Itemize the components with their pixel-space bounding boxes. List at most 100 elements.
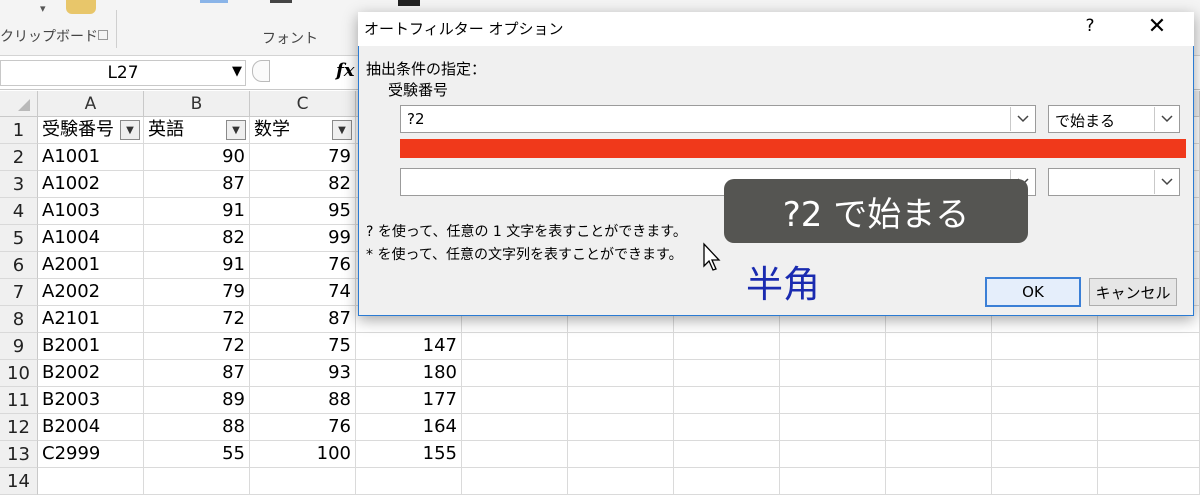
row-header[interactable]: 5 (0, 225, 38, 252)
table-cell[interactable] (992, 441, 1098, 468)
table-cell[interactable]: 82 (144, 225, 250, 252)
table-cell[interactable] (568, 333, 674, 360)
table-cell[interactable] (674, 387, 780, 414)
table-cell[interactable] (992, 360, 1098, 387)
column-header-a[interactable]: A (38, 91, 144, 117)
table-cell[interactable]: 155 (356, 441, 462, 468)
table-cell[interactable]: 79 (250, 144, 356, 171)
table-cell[interactable]: A1002 (38, 171, 144, 198)
table-cell[interactable]: 89 (144, 387, 250, 414)
name-box-dropdown-icon[interactable]: ▼ (232, 64, 242, 79)
table-cell[interactable]: 75 (250, 333, 356, 360)
table-cell[interactable] (886, 414, 992, 441)
ok-button[interactable]: OK (985, 277, 1081, 307)
table-cell[interactable]: 164 (356, 414, 462, 441)
column-header-b[interactable]: B (144, 91, 250, 117)
table-cell[interactable]: 87 (250, 306, 356, 333)
name-box[interactable]: L27 (0, 60, 246, 86)
table-cell[interactable]: A1001 (38, 144, 144, 171)
table-cell[interactable] (462, 387, 568, 414)
row-header[interactable]: 4 (0, 198, 38, 225)
paste-dropdown-icon[interactable]: ▾ (40, 2, 46, 15)
table-cell[interactable] (780, 441, 886, 468)
row-header[interactable]: 2 (0, 144, 38, 171)
cancel-button[interactable]: キャンセル (1089, 278, 1177, 306)
condition2-operator-select[interactable] (1048, 168, 1180, 196)
table-cell[interactable]: B2004 (38, 414, 144, 441)
table-cell[interactable]: 93 (250, 360, 356, 387)
table-cell[interactable] (1098, 387, 1200, 414)
row-header[interactable]: 1 (0, 117, 38, 144)
insert-function-icon[interactable]: fx (336, 60, 354, 81)
formula-cancel-button[interactable] (252, 60, 270, 82)
row-header[interactable]: 10 (0, 360, 38, 387)
table-cell[interactable] (992, 333, 1098, 360)
table-cell[interactable] (462, 360, 568, 387)
table-cell[interactable] (462, 414, 568, 441)
table-cell[interactable] (674, 441, 780, 468)
table-cell[interactable]: B2003 (38, 387, 144, 414)
table-cell[interactable]: 72 (144, 306, 250, 333)
table-cell[interactable]: 87 (144, 360, 250, 387)
table-cell[interactable] (886, 387, 992, 414)
table-cell[interactable] (674, 333, 780, 360)
row-header[interactable]: 6 (0, 252, 38, 279)
table-cell[interactable]: 74 (250, 279, 356, 306)
table-cell[interactable]: B2001 (38, 333, 144, 360)
table-cell[interactable]: 72 (144, 333, 250, 360)
table-cell[interactable] (568, 468, 674, 495)
table-cell[interactable]: 76 (250, 252, 356, 279)
row-header[interactable]: 13 (0, 441, 38, 468)
condition1-operator-select[interactable]: で始まる (1048, 105, 1180, 133)
table-cell[interactable]: 90 (144, 144, 250, 171)
dialog-launcher-icon[interactable] (98, 30, 108, 40)
table-cell[interactable]: 76 (250, 414, 356, 441)
table-cell[interactable] (992, 414, 1098, 441)
table-cell[interactable]: 88 (250, 387, 356, 414)
table-cell[interactable] (886, 360, 992, 387)
table-cell[interactable] (992, 468, 1098, 495)
row-header[interactable]: 3 (0, 171, 38, 198)
filter-dropdown-icon[interactable]: ▼ (226, 120, 246, 140)
table-cell[interactable]: 180 (356, 360, 462, 387)
ribbon-control[interactable] (270, 0, 292, 3)
row-header[interactable]: 14 (0, 468, 38, 495)
row-header[interactable]: 9 (0, 333, 38, 360)
table-cell[interactable] (1098, 468, 1200, 495)
chevron-down-icon[interactable] (1010, 107, 1034, 131)
table-cell[interactable] (462, 468, 568, 495)
table-cell[interactable]: 88 (144, 414, 250, 441)
table-cell[interactable] (1098, 360, 1200, 387)
table-cell[interactable]: A2002 (38, 279, 144, 306)
table-cell[interactable]: A1003 (38, 198, 144, 225)
chevron-down-icon[interactable] (1154, 170, 1178, 194)
condition1-value-combobox[interactable]: ?2 (400, 105, 1036, 133)
row-header[interactable]: 7 (0, 279, 38, 306)
table-cell[interactable]: 95 (250, 198, 356, 225)
row-header[interactable]: 8 (0, 306, 38, 333)
table-cell[interactable] (674, 414, 780, 441)
table-cell[interactable] (1098, 333, 1200, 360)
table-cell[interactable] (38, 468, 144, 495)
table-cell[interactable]: A2001 (38, 252, 144, 279)
close-button[interactable]: ✕ (1140, 14, 1174, 44)
table-cell[interactable]: A2101 (38, 306, 144, 333)
table-cell[interactable] (462, 441, 568, 468)
ribbon-control[interactable] (398, 0, 420, 6)
table-cell[interactable]: 82 (250, 171, 356, 198)
table-cell[interactable] (144, 468, 250, 495)
table-cell[interactable] (780, 360, 886, 387)
table-cell[interactable] (568, 441, 674, 468)
table-cell[interactable] (356, 468, 462, 495)
table-cell[interactable] (250, 468, 356, 495)
row-header[interactable]: 11 (0, 387, 38, 414)
table-cell[interactable]: A1004 (38, 225, 144, 252)
ribbon-control[interactable] (200, 0, 228, 3)
table-cell[interactable]: C2999 (38, 441, 144, 468)
table-cell[interactable] (886, 333, 992, 360)
help-button[interactable]: ? (1078, 16, 1102, 42)
row-header[interactable]: 12 (0, 414, 38, 441)
table-cell[interactable] (886, 441, 992, 468)
table-cell[interactable] (1098, 414, 1200, 441)
table-cell[interactable] (568, 360, 674, 387)
